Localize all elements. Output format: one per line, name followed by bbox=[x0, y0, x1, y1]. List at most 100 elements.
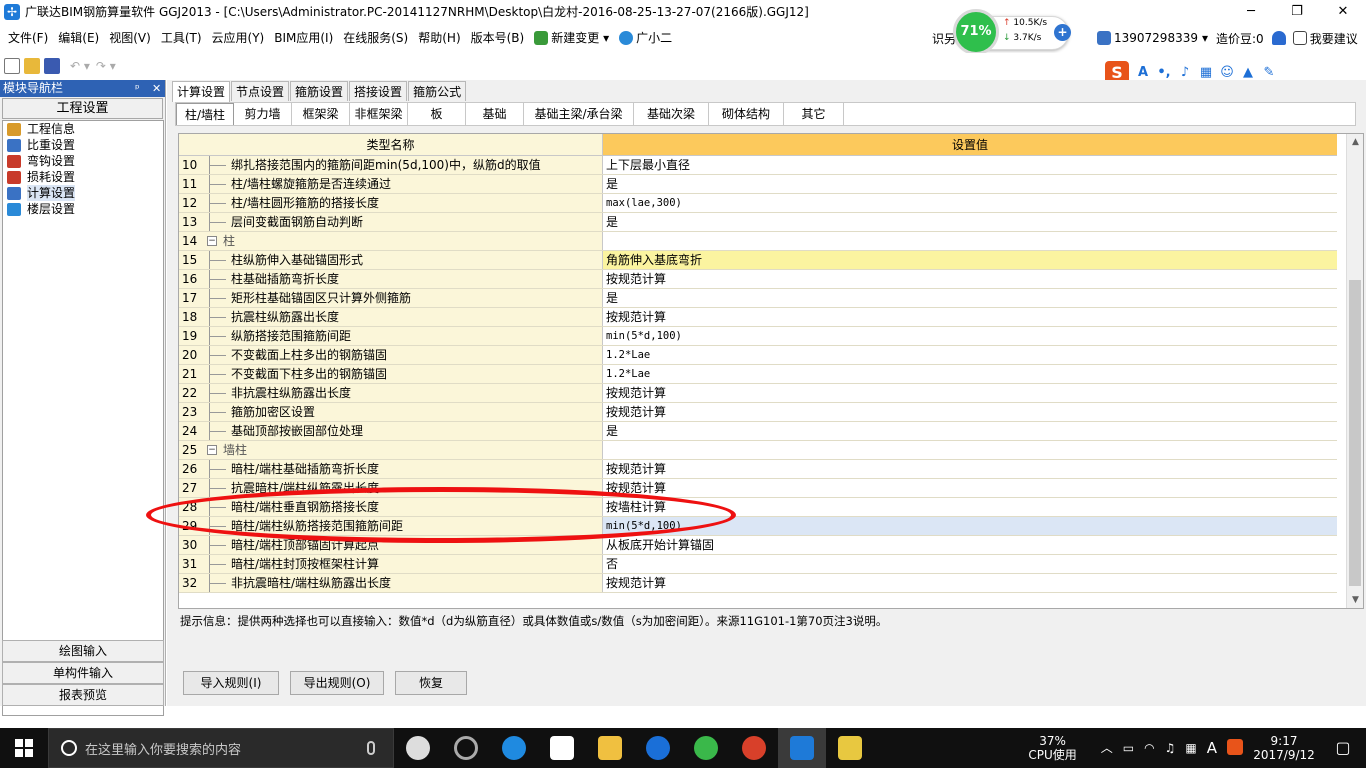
restore-button[interactable]: ❐ bbox=[1274, 0, 1320, 23]
bell-icon[interactable] bbox=[1271, 31, 1286, 45]
nav-item[interactable]: 计算设置 bbox=[3, 185, 163, 201]
scroll-up-icon[interactable]: ▲ bbox=[1347, 134, 1363, 150]
component-tab[interactable]: 柱/墙柱 bbox=[176, 103, 234, 125]
ime-skin-icon[interactable]: ▲ bbox=[1241, 66, 1255, 80]
open-folder-icon[interactable] bbox=[24, 58, 40, 74]
row-value-cell[interactable]: 是 bbox=[603, 422, 1337, 440]
nav-item[interactable]: 比重设置 bbox=[3, 137, 163, 153]
ime-punct-icon[interactable]: •, bbox=[1157, 66, 1171, 80]
menu-file[interactable]: 文件(F) bbox=[0, 23, 53, 53]
tray-keyboard-icon[interactable]: ▦ bbox=[1180, 741, 1201, 755]
component-tab[interactable]: 基础次梁 bbox=[634, 103, 709, 125]
table-row[interactable]: 23 箍筋加密区设置 按规范计算 bbox=[179, 403, 1337, 422]
row-value-cell[interactable] bbox=[603, 441, 1337, 459]
export-rules-button[interactable]: 导出规则(O) bbox=[290, 671, 384, 695]
assistant-button[interactable]: 广小二 bbox=[614, 23, 677, 53]
row-value-cell[interactable]: 是 bbox=[603, 289, 1337, 307]
row-value-cell[interactable]: 1.2*Lae bbox=[603, 365, 1337, 383]
tray-sogou-icon[interactable] bbox=[1222, 738, 1248, 758]
ime-voice-icon[interactable]: ♪ bbox=[1178, 66, 1192, 80]
component-tab[interactable]: 剪力墙 bbox=[234, 103, 292, 125]
settings-tab[interactable]: 计算设置 bbox=[172, 81, 231, 102]
row-value-cell[interactable]: 1.2*Lae bbox=[603, 346, 1337, 364]
tray-chevron-icon[interactable]: ︿ bbox=[1096, 741, 1118, 755]
table-row[interactable]: 13 层间变截面钢筋自动判断 是 bbox=[179, 213, 1337, 232]
row-value-cell[interactable]: 按规范计算 bbox=[603, 308, 1337, 326]
component-tab[interactable]: 基础 bbox=[466, 103, 524, 125]
taskbar-app-notes[interactable] bbox=[826, 728, 874, 768]
save-icon[interactable] bbox=[44, 58, 60, 74]
menu-online[interactable]: 在线服务(S) bbox=[338, 23, 413, 53]
ime-user-icon[interactable]: ☺ bbox=[1220, 66, 1234, 80]
settings-tab[interactable]: 节点设置 bbox=[231, 81, 290, 101]
undo-icon[interactable]: ↶ ▾ bbox=[70, 59, 90, 73]
import-rules-button[interactable]: 导入规则(I) bbox=[183, 671, 279, 695]
taskbar-edge-icon[interactable] bbox=[490, 728, 538, 768]
nav-item[interactable]: 楼层设置 bbox=[3, 201, 163, 217]
table-row[interactable]: 18 抗震柱纵筋露出长度 按规范计算 bbox=[179, 308, 1337, 327]
row-value-cell[interactable]: 从板底开始计算锚固 bbox=[603, 536, 1337, 554]
row-value-cell[interactable]: 按规范计算 bbox=[603, 270, 1337, 288]
table-row[interactable]: 26 暗柱/端柱基础插筋弯折长度 按规范计算 bbox=[179, 460, 1337, 479]
ime-tools-icon[interactable]: ✎ bbox=[1262, 66, 1276, 80]
nav-item[interactable]: 工程信息 bbox=[3, 121, 163, 137]
new-file-icon[interactable] bbox=[4, 58, 20, 74]
taskbar-app-green[interactable] bbox=[682, 728, 730, 768]
pin-icon[interactable]: ᵖ bbox=[135, 80, 140, 97]
tray-battery-icon[interactable]: ▭ bbox=[1118, 741, 1139, 755]
table-row[interactable]: 17 矩形柱基础锚固区只计算外侧箍筋 是 bbox=[179, 289, 1337, 308]
table-row[interactable]: 24 基础顶部按嵌固部位处理 是 bbox=[179, 422, 1337, 441]
row-value-cell[interactable]: 按规范计算 bbox=[603, 460, 1337, 478]
ime-keyboard-icon[interactable]: ▦ bbox=[1199, 66, 1213, 80]
notification-icon[interactable]: ▢ bbox=[1320, 740, 1366, 756]
scroll-thumb[interactable] bbox=[1349, 280, 1361, 586]
vertical-scrollbar[interactable]: ▲ ▼ bbox=[1346, 134, 1363, 608]
minimize-button[interactable]: ─ bbox=[1228, 0, 1274, 23]
menu-view[interactable]: 视图(V) bbox=[104, 23, 156, 53]
cpu-usage[interactable]: 37% CPU使用 bbox=[1023, 734, 1081, 762]
component-tab[interactable]: 砌体结构 bbox=[709, 103, 784, 125]
nav-close-icon[interactable]: ✕ bbox=[152, 80, 161, 97]
col-header-value[interactable]: 设置值 bbox=[603, 134, 1337, 156]
suggest-link[interactable]: 我要建议 bbox=[1310, 30, 1358, 47]
tray-network-icon[interactable]: ◠ bbox=[1139, 741, 1159, 755]
menu-version[interactable]: 版本号(B) bbox=[466, 23, 530, 53]
restore-button[interactable]: 恢复 bbox=[395, 671, 467, 695]
tray-ime-indicator[interactable]: A bbox=[1202, 741, 1222, 756]
component-tab[interactable]: 板 bbox=[408, 103, 466, 125]
row-value-cell[interactable]: 按墙柱计算 bbox=[603, 498, 1337, 516]
table-row[interactable]: 19 纵筋搭接范围箍筋间距 min(5*d,100) bbox=[179, 327, 1337, 346]
row-value-cell[interactable]: max(lae,300) bbox=[603, 194, 1337, 212]
redo-icon[interactable]: ↷ ▾ bbox=[96, 59, 116, 73]
new-change-button[interactable]: 新建变更 ▾ bbox=[529, 23, 614, 53]
nav-section-header[interactable]: 工程设置 bbox=[2, 98, 163, 119]
row-value-cell[interactable]: 否 bbox=[603, 555, 1337, 573]
settings-tab[interactable]: 箍筋公式 bbox=[408, 81, 467, 101]
row-value-cell[interactable]: min(5*d,100) bbox=[603, 517, 1337, 535]
table-row[interactable]: 32 非抗震暗柱/端柱纵筋露出长度 按规范计算 bbox=[179, 574, 1337, 593]
table-row[interactable]: 30 暗柱/端柱顶部锚固计算起点 从板底开始计算锚固 bbox=[179, 536, 1337, 555]
nav-single-input[interactable]: 单构件输入 bbox=[2, 662, 164, 684]
row-value-cell[interactable]: 是 bbox=[603, 213, 1337, 231]
table-row[interactable]: 31 暗柱/端柱封顶按框架柱计算 否 bbox=[179, 555, 1337, 574]
col-header-name[interactable]: 类型名称 bbox=[179, 134, 603, 156]
table-row[interactable]: 12 柱/墙柱圆形箍筋的搭接长度 max(lae,300) bbox=[179, 194, 1337, 213]
settings-tab[interactable]: 搭接设置 bbox=[349, 81, 408, 101]
taskbar-store-icon[interactable] bbox=[538, 728, 586, 768]
nav-report-preview[interactable]: 报表预览 bbox=[2, 684, 164, 706]
row-value-cell[interactable]: 按规范计算 bbox=[603, 384, 1337, 402]
row-value-cell[interactable]: 是 bbox=[603, 175, 1337, 193]
row-value-cell[interactable]: 上下层最小直径 bbox=[603, 156, 1337, 174]
row-value-cell[interactable]: 按规范计算 bbox=[603, 403, 1337, 421]
settings-tab[interactable]: 箍筋设置 bbox=[290, 81, 349, 101]
component-tab[interactable]: 框架梁 bbox=[292, 103, 350, 125]
collapse-icon[interactable]: − bbox=[207, 445, 217, 455]
table-row[interactable]: 16 柱基础插筋弯折长度 按规范计算 bbox=[179, 270, 1337, 289]
component-tab[interactable]: 非框架梁 bbox=[350, 103, 408, 125]
tray-volume-icon[interactable]: ♫ bbox=[1160, 741, 1181, 755]
table-row[interactable]: 10 绑扎搭接范围内的箍筋间距min(5d,100)中，纵筋d的取值 上下层最小直径 bbox=[179, 156, 1337, 175]
nav-item[interactable]: 损耗设置 bbox=[3, 169, 163, 185]
taskbar-explorer-icon[interactable] bbox=[586, 728, 634, 768]
row-value-cell[interactable]: 按规范计算 bbox=[603, 574, 1337, 592]
nav-drawing-input[interactable]: 绘图输入 bbox=[2, 640, 164, 662]
